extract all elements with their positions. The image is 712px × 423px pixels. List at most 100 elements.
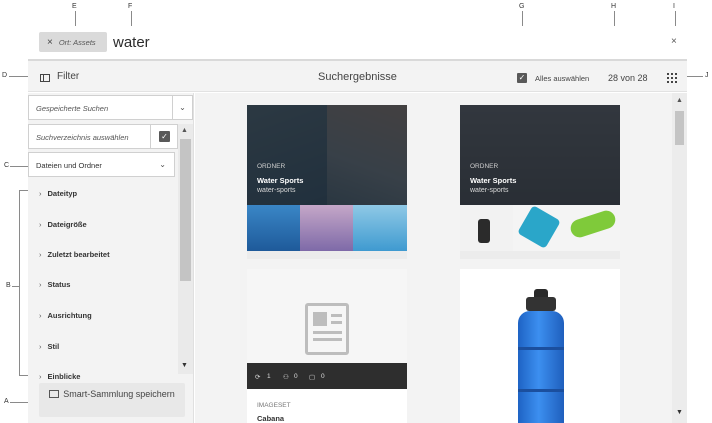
card-title: Water Sports: [470, 176, 517, 185]
facet-label: Stil: [47, 342, 60, 351]
callout-i: I: [673, 3, 675, 10]
facet-file-type[interactable]: › Dateityp: [39, 189, 77, 198]
card-stats-bar: ⟳ 1 ⚇ 0 ▢ 0: [247, 363, 407, 389]
chevron-right-icon: ›: [39, 250, 42, 259]
comments-icon: ▢: [309, 374, 316, 381]
scroll-up-icon[interactable]: ▲: [181, 127, 188, 134]
scope-select[interactable]: Dateien und Ordner ⌄: [28, 152, 175, 177]
card-type: ORDNER: [257, 163, 286, 170]
rail-scroll-thumb[interactable]: [180, 139, 191, 281]
results-grid: ORDNER Water Sports water-sports ORDNER …: [195, 93, 687, 423]
facet-label: Zuletzt bearbeitet: [47, 250, 110, 259]
saved-searches-select[interactable]: Gespeicherte Suchen ⌄: [28, 95, 193, 120]
chevron-right-icon: ›: [39, 220, 42, 229]
comments-count: 0: [321, 373, 325, 380]
search-directory-placeholder: Suchverzeichnis auswählen: [36, 133, 129, 142]
folder-thumbnail: ORDNER Water Sports water-sports: [247, 105, 407, 251]
tag-close-icon[interactable]: ×: [47, 37, 53, 48]
filter-rail: Gespeicherte Suchen ⌄ Suchverzeichnis au…: [28, 93, 194, 423]
callout-a: A: [4, 398, 9, 405]
location-tag-label: Ort: Assets: [58, 37, 96, 47]
card-type: ORDNER: [470, 163, 499, 170]
card-subtitle: water-sports: [470, 187, 509, 194]
facet-status[interactable]: › Status: [39, 280, 70, 289]
thumb-tile: [247, 205, 300, 251]
callout-j: J: [705, 72, 709, 79]
facet-label: Einblicke: [47, 372, 81, 381]
chevron-down-icon[interactable]: ⌄: [172, 96, 192, 119]
location-tag[interactable]: × Ort: Assets: [39, 32, 107, 52]
result-card-imageset[interactable]: ⟳ 1 ⚇ 0 ▢ 0 IMAGESET Cabana: [247, 269, 407, 423]
saved-searches-placeholder: Gespeicherte Suchen: [36, 104, 109, 113]
card-title: Cabana: [257, 414, 285, 423]
directory-picker-button[interactable]: ✓: [150, 125, 177, 148]
toolbar: Filter Suchergebnisse ✓ Alles auswählen …: [28, 59, 687, 92]
thumb-tile: [566, 205, 620, 251]
result-card-folder[interactable]: ORDNER Water Sports water-sports: [247, 105, 407, 259]
asset-thumbnail: [460, 269, 620, 423]
select-all-checkbox[interactable]: ✓: [517, 73, 527, 83]
callout-c-line: [10, 166, 28, 167]
select-all-label[interactable]: Alles auswählen: [535, 74, 589, 83]
versions-count: 1: [267, 373, 271, 380]
folder-thumbnail: ORDNER Water Sports water-sports: [460, 105, 620, 251]
bottle-cap-top: [534, 289, 548, 297]
imageset-thumbnail: [247, 269, 407, 363]
thumb-tile: [300, 205, 353, 251]
card-subtitle: water-sports: [257, 187, 296, 194]
card-footer: [460, 251, 620, 259]
thumb-tile: [513, 205, 566, 251]
versions-icon: ⟳: [255, 374, 261, 381]
callout-b-bracket: [19, 190, 20, 376]
collection-icon: [49, 390, 60, 398]
screenshot-root: E F G H I D J C B A × Ort: Assets water …: [0, 0, 712, 423]
callout-f: F: [128, 3, 133, 10]
users-count: 0: [294, 373, 298, 380]
facet-file-size[interactable]: › Dateigröße: [39, 220, 87, 229]
scroll-down-icon[interactable]: ▼: [676, 409, 683, 416]
card-footer: [247, 251, 407, 259]
rail-toggle-icon[interactable]: [40, 74, 50, 82]
callout-h: H: [611, 3, 617, 10]
chevron-right-icon: ›: [39, 311, 42, 320]
card-type: IMAGESET: [257, 402, 291, 409]
facet-label: Status: [47, 280, 71, 289]
thumb-tile: [353, 205, 407, 251]
results-scroll-thumb[interactable]: [675, 111, 684, 145]
page-title: Suchergebnisse: [318, 71, 397, 83]
result-card-folder[interactable]: ORDNER Water Sports water-sports: [460, 105, 620, 259]
results-scrollbar[interactable]: ▲ ▼: [672, 93, 687, 423]
search-directory-select[interactable]: Suchverzeichnis auswählen ✓: [28, 124, 178, 149]
callout-b: B: [6, 282, 11, 289]
callout-g: G: [519, 3, 525, 10]
callout-j-line: [687, 76, 703, 77]
card-overlay: ORDNER Water Sports water-sports: [247, 105, 407, 205]
chevron-right-icon: ›: [39, 342, 42, 351]
facet-label: Ausrichtung: [47, 311, 92, 320]
facet-last-modified[interactable]: › Zuletzt bearbeitet: [39, 250, 110, 259]
card-overlay: ORDNER Water Sports water-sports: [460, 105, 620, 205]
callout-b-line: [12, 286, 19, 287]
close-search-icon[interactable]: ×: [671, 36, 677, 47]
filter-label[interactable]: Filter: [57, 71, 79, 82]
save-button-label: Smart-Sammlung speichern: [63, 389, 175, 399]
result-count: 28 von 28: [608, 73, 648, 83]
callout-c: C: [4, 162, 10, 169]
result-card-asset[interactable]: [460, 269, 620, 423]
checkbox-icon: ✓: [159, 131, 170, 142]
search-input[interactable]: water: [113, 34, 150, 51]
rail-scrollbar[interactable]: ▲ ▼: [178, 124, 193, 374]
chevron-right-icon: ›: [39, 280, 42, 289]
facet-insights[interactable]: › Einblicke: [39, 372, 80, 381]
scroll-up-icon[interactable]: ▲: [676, 97, 683, 104]
facet-style[interactable]: › Stil: [39, 342, 59, 351]
facet-orientation[interactable]: › Ausrichtung: [39, 311, 92, 320]
chevron-down-icon[interactable]: ⌄: [159, 160, 166, 169]
thumb-tile: [460, 205, 513, 251]
search-bar: × Ort: Assets water ×: [28, 26, 687, 59]
chevron-right-icon: ›: [39, 189, 42, 198]
scroll-down-icon[interactable]: ▼: [181, 362, 188, 369]
imageset-icon: [305, 303, 349, 355]
view-switcher-grid-icon[interactable]: [667, 73, 677, 83]
save-smart-collection-button[interactable]: Smart-Sammlung speichern: [39, 383, 185, 417]
